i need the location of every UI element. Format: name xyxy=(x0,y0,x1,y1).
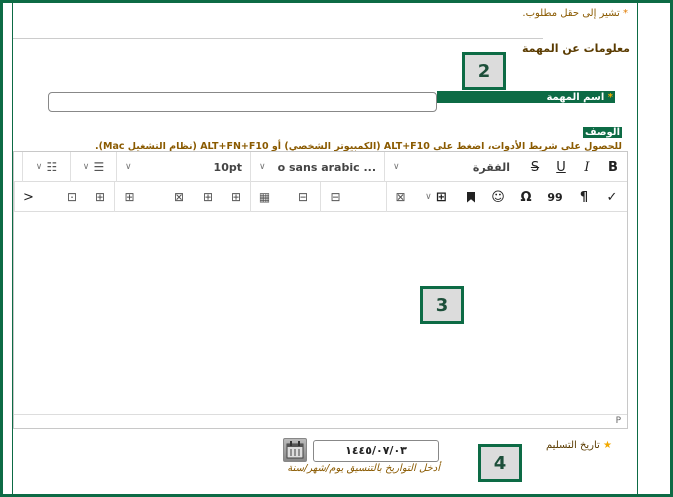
merge-cells-icon: ⊞ xyxy=(94,190,106,204)
chevron-down-icon: ∨ xyxy=(125,162,132,172)
delete-column-button[interactable]: ⊠ xyxy=(164,182,194,212)
cell-align-icon: ⊡ xyxy=(66,190,78,204)
editor-status-path: P xyxy=(14,414,627,428)
split-cell-button[interactable]: ⊞ xyxy=(114,182,144,212)
due-date-hint: أدخل التواريخ بالتنسيق يوم/شهر/سنة xyxy=(287,463,440,474)
rich-text-editor: B I U S ∨ الفقرة ∨ o sans arabic ... ∨ 1… xyxy=(13,151,628,429)
blockquote-button[interactable]: 99 xyxy=(540,182,570,212)
chevron-down-icon: ∨ xyxy=(259,162,266,172)
insert-column-after-button[interactable]: ⊞ xyxy=(194,182,222,212)
calendar-button[interactable] xyxy=(283,438,307,462)
table-delete-icon: ⊠ xyxy=(395,190,406,204)
calendar-icon xyxy=(286,441,304,459)
italic-button[interactable]: I xyxy=(574,152,600,182)
spellcheck-button[interactable]: ✓ xyxy=(598,182,626,212)
bullet-list-icon: ☰ xyxy=(93,160,105,174)
table-cell-icon: ▦ xyxy=(258,190,271,204)
task-name-input[interactable] xyxy=(48,92,437,112)
section-divider xyxy=(13,38,543,39)
table-row-icon: ⊟ xyxy=(297,190,309,204)
required-star-icon: * xyxy=(607,92,613,103)
cell-align-button[interactable]: ⊡ xyxy=(58,182,86,212)
required-star-icon: * xyxy=(623,8,628,19)
bookmark-button[interactable] xyxy=(458,182,484,212)
editor-toolbar-row-1: B I U S ∨ الفقرة ∨ o sans arabic ... ∨ 1… xyxy=(14,152,627,182)
due-date-input[interactable]: ١٤٤٥/٠٧/٠٣ xyxy=(313,440,439,462)
numbered-list-button[interactable]: ∨ ☷ xyxy=(22,152,70,182)
insert-table-button[interactable]: ∨ ⊞ xyxy=(414,182,458,212)
more-tools-button[interactable]: > xyxy=(14,182,42,212)
callout-badge: 3 xyxy=(420,286,464,324)
editor-content-area[interactable] xyxy=(14,212,627,414)
callout-badge: 4 xyxy=(478,444,522,482)
required-field-note: * تشير إلى حقل مطلوب. xyxy=(522,8,628,19)
right-border xyxy=(637,3,638,494)
table-cell-props-button[interactable]: ▦ xyxy=(250,182,278,212)
description-label: الوصف xyxy=(582,127,622,138)
delete-table-button[interactable]: ⊠ xyxy=(386,182,414,212)
font-family-dropdown[interactable]: ∨ o sans arabic ... xyxy=(250,152,384,182)
insert-row-after-button[interactable]: ⊟ xyxy=(288,182,318,212)
strikethrough-button[interactable]: S xyxy=(522,152,548,182)
chevron-down-icon: ∨ xyxy=(82,162,90,172)
insert-column-before-button[interactable]: ⊞ xyxy=(222,182,250,212)
table-icon: ⊞ xyxy=(435,189,447,205)
smiley-icon: ☺ xyxy=(491,189,505,205)
paragraph-mark-button[interactable]: ¶ xyxy=(570,182,598,212)
paragraph-format-dropdown[interactable]: ∨ الفقرة xyxy=(384,152,518,182)
editor-toolbar-row-2: ✓ ¶ 99 Ω ☺ ∨ ⊞ ⊠ ⊟ ⊟ ▦ ⊞ ⊞ ⊠ ⊞ ⊞ ⊡ > xyxy=(14,182,627,212)
chevron-down-icon: ∨ xyxy=(425,192,432,202)
section-title: معلومات عن المهمة xyxy=(521,42,630,55)
bullet-list-button[interactable]: ∨ ☰ xyxy=(70,152,116,182)
emoji-button[interactable]: ☺ xyxy=(484,182,512,212)
due-date-label: ★ تاريخ التسليم xyxy=(546,440,612,451)
special-character-button[interactable]: Ω xyxy=(512,182,540,212)
task-name-label: * اسم المهمة xyxy=(546,92,613,103)
table-column-delete-icon: ⊠ xyxy=(173,190,185,204)
insert-row-before-button[interactable]: ⊟ xyxy=(320,182,350,212)
required-star-icon: ★ xyxy=(603,440,612,451)
split-cell-icon: ⊞ xyxy=(124,190,135,204)
bookmark-icon xyxy=(467,191,475,203)
merge-cells-button[interactable]: ⊞ xyxy=(86,182,114,212)
table-row-icon: ⊟ xyxy=(330,190,341,204)
callout-badge: 2 xyxy=(462,52,506,90)
table-column-icon: ⊞ xyxy=(230,190,242,204)
chevron-down-icon: ∨ xyxy=(35,162,43,172)
font-size-dropdown[interactable]: ∨ 10pt xyxy=(116,152,250,182)
underline-button[interactable]: U xyxy=(548,152,574,182)
table-column-icon: ⊞ xyxy=(202,190,214,204)
numbered-list-icon: ☷ xyxy=(46,160,58,174)
bold-button[interactable]: B xyxy=(600,152,626,182)
chevron-down-icon: ∨ xyxy=(393,162,400,172)
